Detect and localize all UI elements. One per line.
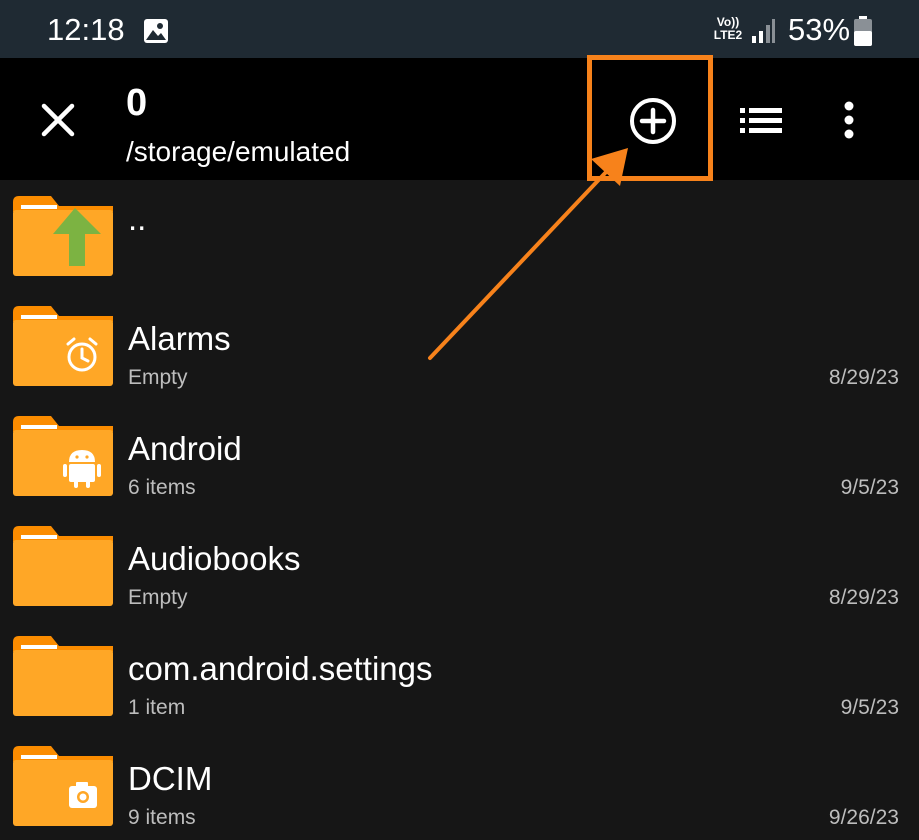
list-view-icon[interactable] (738, 102, 784, 140)
folder-android-icon (13, 416, 113, 496)
file-name: DCIM (128, 760, 213, 797)
file-item-count: 1 item (128, 696, 186, 719)
folder-camera-icon (13, 746, 113, 826)
folder-icon (13, 526, 113, 606)
list-item[interactable]: DCIM 9 items 9/26/23 (0, 730, 919, 840)
folder-alarm-icon (13, 306, 113, 386)
file-item-count: Empty (128, 366, 188, 389)
file-item-count: Empty (128, 586, 188, 609)
battery-percent: 53% (788, 12, 851, 47)
file-name: Audiobooks (128, 540, 301, 577)
signal-strength-icon (752, 19, 775, 43)
image-notification-icon (144, 19, 168, 43)
more-options-icon[interactable] (836, 98, 862, 142)
file-date: 8/29/23 (828, 586, 899, 609)
battery-icon (854, 16, 872, 46)
pointer-arrow-icon (428, 148, 628, 360)
list-item[interactable]: Audiobooks Empty 8/29/23 (0, 510, 919, 620)
file-name: Android (128, 430, 242, 467)
list-item[interactable]: Android 6 items 9/5/23 (0, 400, 919, 510)
folder-up-icon (13, 196, 113, 276)
folder-icon (13, 636, 113, 716)
file-name: com.android.settings (128, 650, 433, 687)
status-time: 12:18 (47, 12, 125, 47)
file-date: 9/5/23 (840, 696, 899, 719)
selected-count: 0 (126, 82, 148, 124)
file-date: 8/29/23 (828, 366, 899, 389)
list-item[interactable]: com.android.settings 1 item 9/5/23 (0, 620, 919, 730)
file-item-count: 6 items (128, 476, 196, 499)
volte-indicator: Vo)) LTE2 (713, 15, 743, 42)
status-bar: 12:18 Vo)) LTE2 53% (0, 0, 919, 58)
file-name: .. (128, 200, 147, 237)
current-path: /storage/emulated (126, 136, 351, 167)
close-icon[interactable] (36, 98, 80, 142)
file-date: 9/5/23 (840, 476, 899, 499)
file-item-count: 9 items (128, 806, 196, 829)
file-date: 9/26/23 (828, 806, 899, 829)
file-name: Alarms (128, 320, 231, 357)
